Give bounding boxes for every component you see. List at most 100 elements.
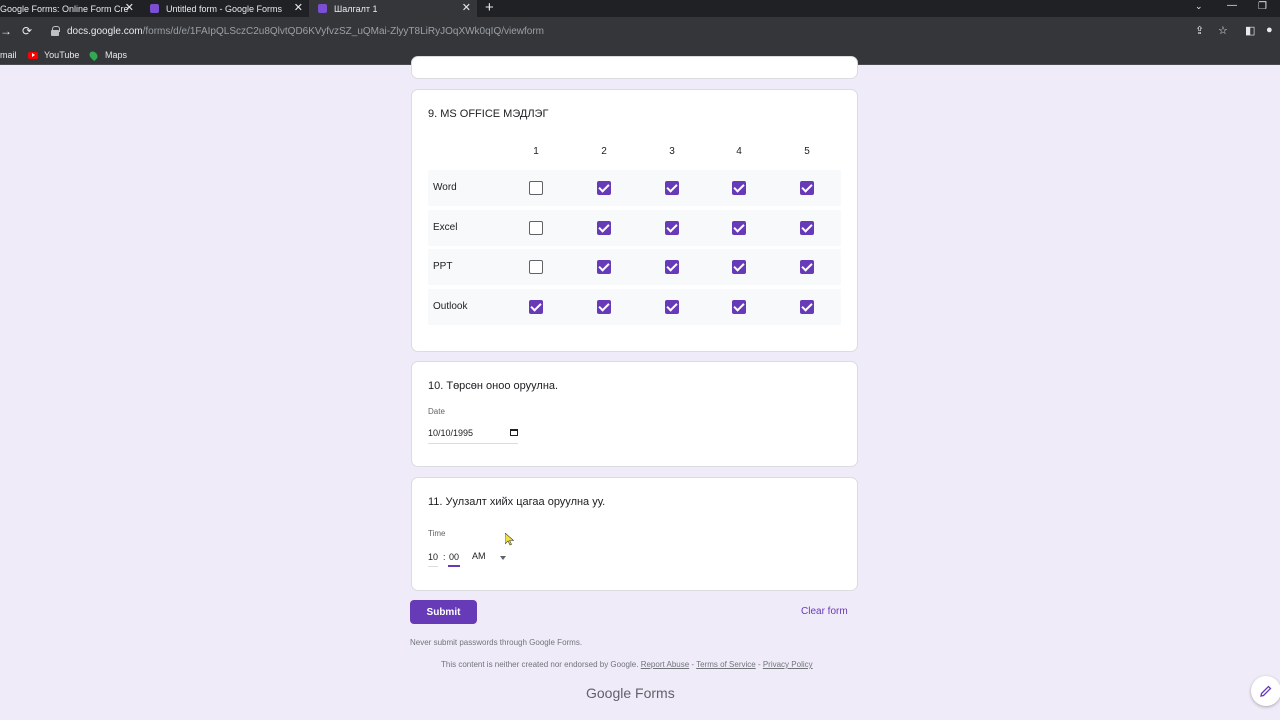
checkbox-word-2[interactable] xyxy=(597,181,611,195)
close-tab-icon[interactable]: ✕ xyxy=(294,1,303,14)
reload-icon[interactable]: ⟳ xyxy=(22,24,32,38)
minute-underline xyxy=(448,565,460,567)
bookmark-star-icon[interactable]: ☆ xyxy=(1218,24,1228,37)
logo-google: Google xyxy=(586,685,632,701)
edit-pencil-button[interactable] xyxy=(1251,676,1280,706)
checkbox-ppt-1[interactable] xyxy=(529,260,543,274)
bookmark-gmail[interactable]: mail xyxy=(0,50,17,60)
share-icon[interactable]: ⇪ xyxy=(1195,24,1204,37)
checkbox-excel-4[interactable] xyxy=(732,221,746,235)
question-title: 11. Уулзалт хийх цагаа оруулна уу. xyxy=(428,496,606,508)
password-warning: Never submit passwords through Google Fo… xyxy=(410,638,583,647)
grid-row-outlook: Outlook xyxy=(428,289,841,325)
pencil-icon xyxy=(1260,685,1272,697)
checkbox-excel-2[interactable] xyxy=(597,221,611,235)
new-tab-icon[interactable]: + xyxy=(485,0,494,16)
checkbox-outlook-4[interactable] xyxy=(732,300,746,314)
bookmark-label: Maps xyxy=(105,50,128,60)
checkbox-word-1[interactable] xyxy=(529,181,543,195)
question-card-10: 10. Төрсөн оноо оруулна. Date 10/10/1995 xyxy=(411,361,858,467)
checkbox-excel-1[interactable] xyxy=(529,221,543,235)
checkbox-word-3[interactable] xyxy=(665,181,679,195)
grid-row-ppt: PPT xyxy=(428,249,841,285)
tab-untitled-form[interactable]: Untitled form - Google Forms ✕ xyxy=(141,0,309,17)
row-label: Outlook xyxy=(433,301,468,312)
tab-title: Google Forms: Online Form Cre xyxy=(0,3,129,14)
tab-strip: Google Forms: Online Form Cre ✕ Untitled… xyxy=(0,0,1280,17)
date-value: 10/10/1995 xyxy=(428,428,474,438)
column-header: 3 xyxy=(669,146,675,157)
maps-pin-icon xyxy=(87,49,100,61)
minimize-icon[interactable]: — xyxy=(1227,0,1237,11)
checkbox-outlook-3[interactable] xyxy=(665,300,679,314)
checkbox-excel-3[interactable] xyxy=(665,221,679,235)
bookmark-label: mail xyxy=(0,50,17,60)
disclaimer-text: This content is neither created nor endo… xyxy=(441,660,639,669)
calendar-icon[interactable] xyxy=(510,429,518,436)
report-abuse-link[interactable]: Report Abuse xyxy=(641,660,689,669)
grid-row-excel: Excel xyxy=(428,210,841,246)
logo-forms: Forms xyxy=(635,685,675,701)
question-card-11: 11. Уулзалт хийх цагаа оруулна уу. Time … xyxy=(411,477,858,591)
column-header: 1 xyxy=(533,146,539,157)
tab-shalgalt[interactable]: Шалгалт 1 ✕ xyxy=(309,0,477,17)
checkbox-ppt-5[interactable] xyxy=(800,260,814,274)
checkbox-ppt-4[interactable] xyxy=(732,260,746,274)
checkbox-excel-5[interactable] xyxy=(800,221,814,235)
address-bar[interactable]: docs.google.com/forms/d/e/1FAIpQLSczC2u8… xyxy=(67,26,544,37)
clear-form-link[interactable]: Clear form xyxy=(801,606,848,617)
lock-icon[interactable] xyxy=(51,26,60,36)
close-tab-icon[interactable]: ✕ xyxy=(125,1,134,14)
close-tab-icon[interactable]: ✕ xyxy=(462,1,471,14)
bookmark-label: YouTube xyxy=(44,50,80,60)
row-label: Word xyxy=(433,182,457,193)
question-title: 10. Төрсөн оноо оруулна. xyxy=(428,380,559,392)
checkbox-outlook-1[interactable] xyxy=(529,300,543,314)
browser-toolbar: → ⟳ docs.google.com/forms/d/e/1FAIpQLScz… xyxy=(0,17,1280,47)
url-host: docs.google.com xyxy=(67,26,143,37)
row-label: Excel xyxy=(433,222,458,233)
forward-icon[interactable]: → xyxy=(0,24,12,38)
checkbox-word-5[interactable] xyxy=(800,181,814,195)
hour-underline xyxy=(428,566,438,567)
footer-separator: - xyxy=(755,660,763,669)
minute-input[interactable]: 00 xyxy=(449,552,459,562)
tab-title: Untitled form - Google Forms xyxy=(166,3,283,14)
tab-google-forms-home[interactable]: Google Forms: Online Form Cre ✕ xyxy=(0,0,140,17)
terms-link[interactable]: Terms of Service xyxy=(696,660,756,669)
time-separator: : xyxy=(443,552,446,562)
restore-icon[interactable]: ❐ xyxy=(1258,1,1267,12)
youtube-icon xyxy=(28,51,38,59)
column-header: 2 xyxy=(601,146,607,157)
side-panel-icon[interactable]: ◧ xyxy=(1245,24,1255,37)
checkbox-outlook-2[interactable] xyxy=(597,300,611,314)
submit-button[interactable]: Submit xyxy=(410,600,477,624)
date-input[interactable]: 10/10/1995 xyxy=(428,428,518,444)
footer-disclaimer: This content is neither created nor endo… xyxy=(441,660,813,669)
bookmark-youtube[interactable]: YouTube xyxy=(28,50,79,60)
tab-title: Шалгалт 1 xyxy=(334,3,378,14)
date-label: Date xyxy=(428,407,445,416)
checkbox-ppt-3[interactable] xyxy=(665,260,679,274)
hour-input[interactable]: 10 xyxy=(428,552,438,562)
grid-row-word: Word xyxy=(428,170,841,206)
url-path: /forms/d/e/1FAIpQLSczC2u8QlvtQD6KVyfvzSZ… xyxy=(142,26,545,37)
forms-favicon-icon xyxy=(150,4,159,13)
time-label: Time xyxy=(428,529,446,538)
forms-favicon-icon xyxy=(318,4,327,13)
question-card-9: 9. MS OFFICE МЭДЛЭГ 1 2 3 4 5 Word Excel… xyxy=(411,89,858,352)
checkbox-ppt-2[interactable] xyxy=(597,260,611,274)
question-title: 9. MS OFFICE МЭДЛЭГ xyxy=(428,108,549,120)
checkbox-outlook-5[interactable] xyxy=(800,300,814,314)
tab-search-chevron-icon[interactable]: ⌄ xyxy=(1195,1,1203,12)
google-forms-logo[interactable]: Google Forms xyxy=(586,685,675,701)
previous-question-card xyxy=(411,56,858,79)
column-header: 4 xyxy=(736,146,742,157)
ampm-select[interactable]: AM xyxy=(472,551,486,561)
checkbox-word-4[interactable] xyxy=(732,181,746,195)
privacy-link[interactable]: Privacy Policy xyxy=(763,660,813,669)
profile-avatar-icon[interactable]: ● xyxy=(1266,24,1273,36)
dropdown-arrow-icon[interactable] xyxy=(500,556,506,560)
column-header: 5 xyxy=(804,146,810,157)
bookmark-maps[interactable]: Maps xyxy=(87,49,128,61)
